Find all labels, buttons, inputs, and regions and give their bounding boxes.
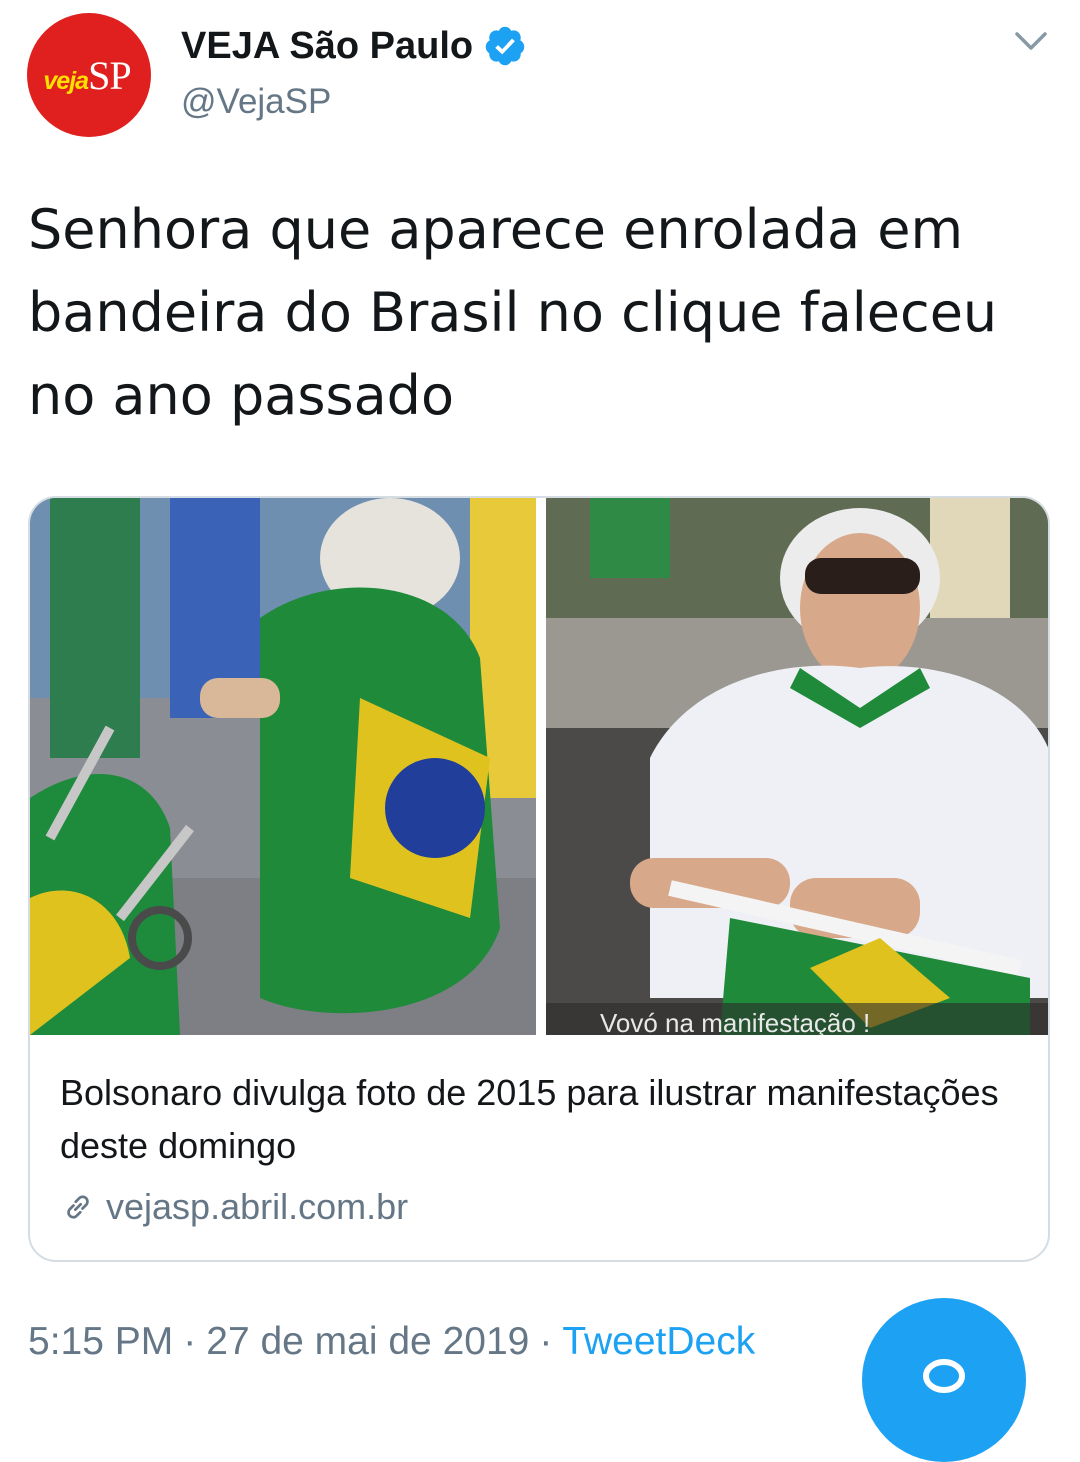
right-photo: Vovó na manifestação ! <box>546 498 1048 1035</box>
card-image[interactable]: Vovó na manifestação ! <box>30 498 1048 1035</box>
link-icon <box>67 1195 89 1219</box>
tweet-text: Senhora que aparece enrolada em bandeira… <box>28 198 998 427</box>
tweet-date: 27 de mai de 2019 <box>206 1320 530 1363</box>
display-name[interactable]: VEJA São Paulo <box>181 25 473 68</box>
verified-badge-icon <box>485 26 525 66</box>
reply-bubble-icon <box>923 1359 966 1393</box>
author-name-row[interactable]: VEJA São Paulo <box>181 24 527 68</box>
meta-separator: · <box>183 1320 197 1363</box>
card-photo: Vovó na manifestação ! <box>30 498 1048 1035</box>
left-photo <box>30 498 536 1035</box>
avatar-logo: veja SP <box>43 52 131 99</box>
card-domain: vejasp.abril.com.br <box>106 1186 409 1227</box>
tweet-meta: 5:15 PM · 27 de mai de 2019 · TweetDeck <box>28 1320 755 1364</box>
meta-separator-2: · <box>539 1320 553 1363</box>
photo-caption: Vovó na manifestação ! <box>600 1008 870 1035</box>
avatar-logo-veja: veja <box>43 66 89 95</box>
avatar-logo-sp: SP <box>88 52 131 98</box>
card-link[interactable]: vejasp.abril.com.br <box>60 1186 408 1228</box>
card-title[interactable]: Bolsonaro divulga foto de 2015 para ilus… <box>60 1066 1020 1172</box>
reply-fab-button[interactable] <box>862 1298 1026 1462</box>
chevron-down-icon[interactable] <box>1014 28 1048 54</box>
tweet-time: 5:15 PM <box>28 1320 174 1363</box>
tweet-source-link[interactable]: TweetDeck <box>562 1320 755 1363</box>
link-card[interactable]: Vovó na manifestação ! Bolsonaro divulga… <box>28 496 1050 1262</box>
user-handle[interactable]: @VejaSP <box>181 82 331 122</box>
avatar[interactable]: veja SP <box>27 13 151 137</box>
